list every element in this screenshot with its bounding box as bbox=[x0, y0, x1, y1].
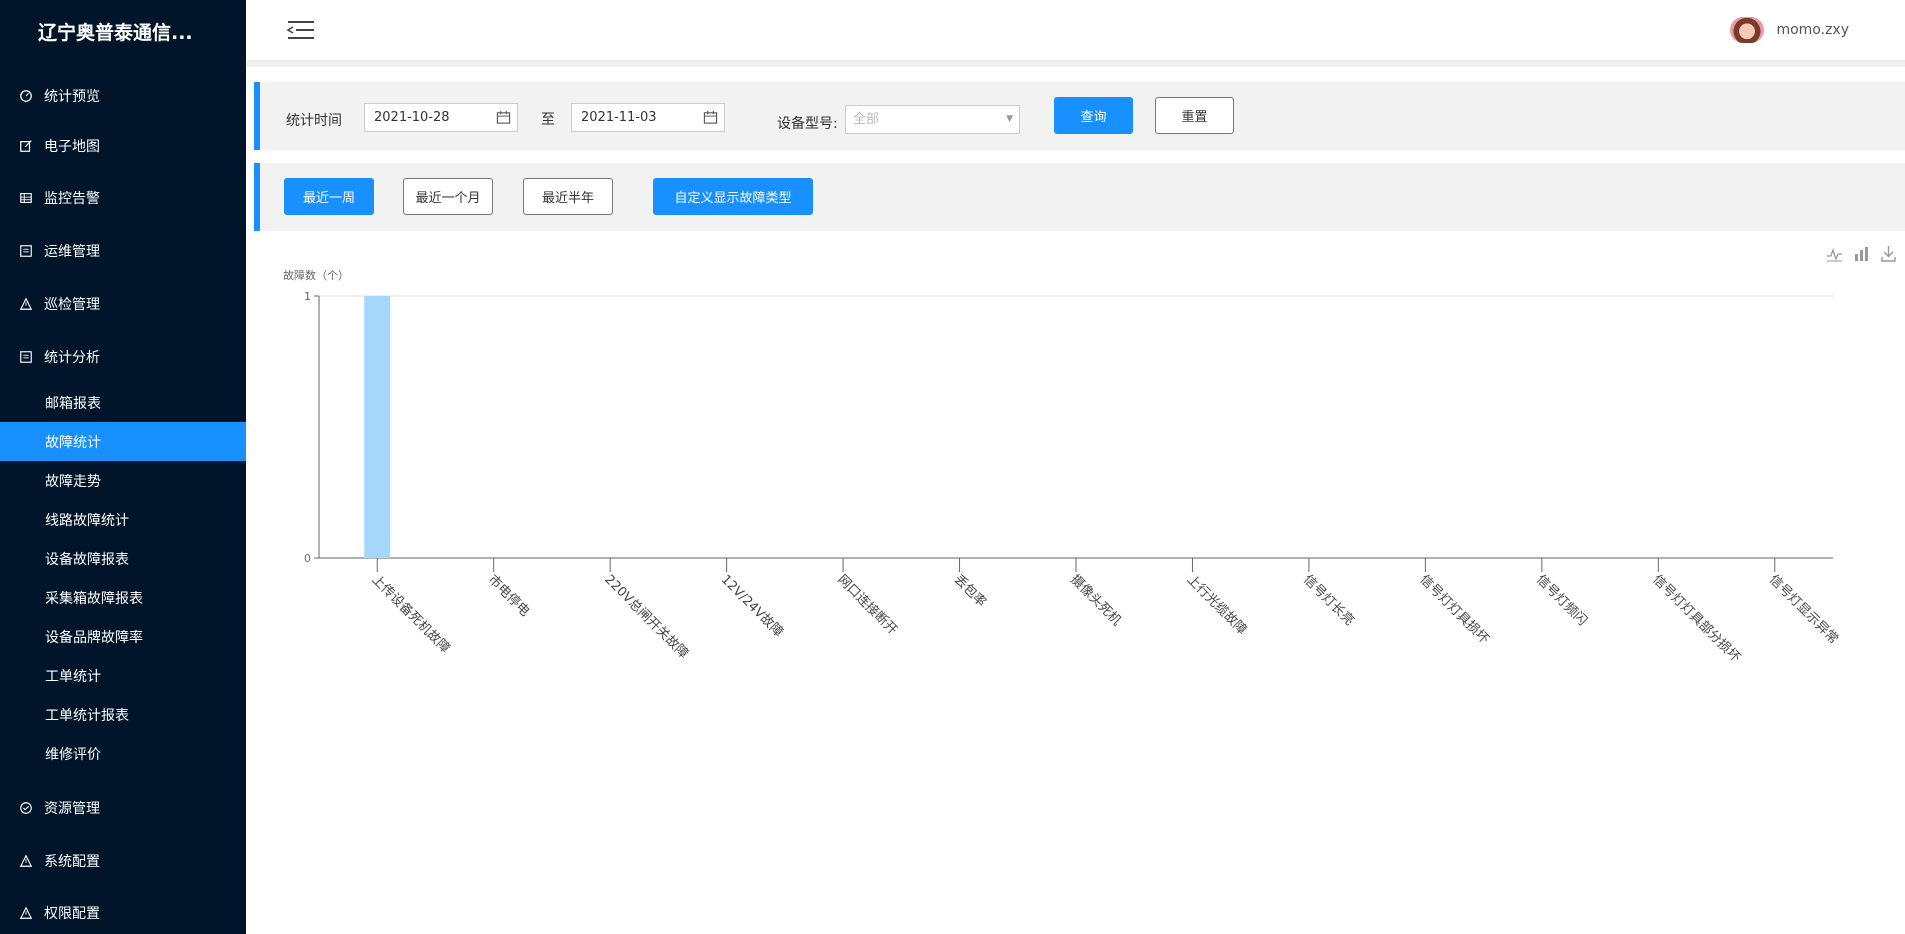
sidebar-item-label: 系统配置 bbox=[44, 854, 100, 870]
sidebar: 辽宁奥普泰通信... 统计预览 电子地图 监控告警 运维管理 巡检管理 统计分析… bbox=[0, 0, 246, 934]
x-tick-label: 上传设备死机故障 bbox=[368, 572, 453, 657]
sidebar-item-overview[interactable]: 统计预览 bbox=[0, 76, 246, 116]
sidebar-item-inspection[interactable]: 巡检管理 bbox=[0, 284, 246, 324]
last-week-button[interactable]: 最近一周 bbox=[284, 178, 374, 215]
sidebar-sub-mail-report[interactable]: 邮箱报表 bbox=[0, 383, 246, 422]
table-icon bbox=[18, 190, 34, 206]
warning-icon bbox=[18, 905, 34, 921]
user-menu[interactable]: momo.zxy bbox=[1730, 17, 1849, 43]
last-half-year-button[interactable]: 最近半年 bbox=[523, 178, 613, 215]
x-tick-label: 220V总闸开关故障 bbox=[601, 572, 691, 662]
device-type-value: 全部 bbox=[853, 112, 880, 127]
sidebar-sub-repair-eval[interactable]: 维修评价 bbox=[0, 734, 246, 773]
sidebar-item-permission[interactable]: 权限配置 bbox=[0, 893, 246, 933]
sidebar-sub-line-fault[interactable]: 线路故障统计 bbox=[0, 500, 246, 539]
device-type-label: 设备型号: bbox=[777, 116, 838, 132]
x-tick-label: 上行光缆故障 bbox=[1184, 572, 1250, 638]
x-tick-label: 信号灯灯具损坏 bbox=[1417, 572, 1492, 647]
end-date-input[interactable]: 2021-11-03 bbox=[571, 103, 725, 132]
bar bbox=[364, 296, 391, 558]
list-icon bbox=[18, 349, 34, 365]
sidebar-sub-fault-stats[interactable]: 故障统计 bbox=[0, 422, 246, 461]
reset-button[interactable]: 重置 bbox=[1155, 97, 1234, 134]
chevron-down-icon: ▼ bbox=[1006, 114, 1013, 124]
username: momo.zxy bbox=[1776, 22, 1849, 38]
sidebar-item-label: 统计分析 bbox=[44, 350, 100, 366]
menu-toggle-icon[interactable] bbox=[286, 18, 316, 42]
x-tick-label: 信号灯频闪 bbox=[1533, 572, 1590, 629]
query-button[interactable]: 查询 bbox=[1054, 97, 1133, 134]
sidebar-item-label: 权限配置 bbox=[44, 906, 100, 922]
top-header: momo.zxy bbox=[246, 0, 1905, 61]
brand-title: 辽宁奥普泰通信... bbox=[38, 22, 193, 44]
start-date-value: 2021-10-28 bbox=[374, 110, 450, 125]
to-label: 至 bbox=[541, 112, 555, 128]
sidebar-sub-box-fault[interactable]: 采集箱故障报表 bbox=[0, 578, 246, 617]
last-month-button[interactable]: 最近一个月 bbox=[403, 178, 493, 215]
x-tick-label: 丢包率 bbox=[951, 572, 990, 611]
sidebar-sub-fault-trend[interactable]: 故障走势 bbox=[0, 461, 246, 500]
x-tick-label: 市电停电 bbox=[485, 572, 533, 620]
header-divider bbox=[246, 61, 1905, 67]
sidebar-item-alarm[interactable]: 监控告警 bbox=[0, 178, 246, 218]
sidebar-sub-device-fault[interactable]: 设备故障报表 bbox=[0, 539, 246, 578]
x-tick-label: 摄像头死机 bbox=[1067, 572, 1124, 629]
sidebar-item-label: 监控告警 bbox=[44, 191, 100, 207]
y-axis-label: 故障数（个） bbox=[283, 268, 349, 282]
sidebar-item-analysis[interactable]: 统计分析 bbox=[0, 337, 246, 377]
fault-bar-chart: 故障数（个） 0 1 上传设备死机故障 市电停电 220V总闸开关故障 12V/24V故障网… bbox=[283, 268, 1841, 666]
custom-fault-type-button[interactable]: 自定义显示故障类型 bbox=[653, 178, 813, 215]
calendar-icon[interactable] bbox=[703, 110, 718, 125]
calendar-icon[interactable] bbox=[496, 110, 511, 125]
x-tick-label: 信号灯灯具部分损坏 bbox=[1649, 572, 1742, 665]
warning-icon bbox=[18, 853, 34, 869]
y-tick-label: 0 bbox=[304, 552, 311, 565]
end-date-value: 2021-11-03 bbox=[581, 110, 657, 125]
sidebar-sub-brand-rate[interactable]: 设备品牌故障率 bbox=[0, 617, 246, 656]
sidebar-item-label: 资源管理 bbox=[44, 801, 100, 817]
sidebar-item-system[interactable]: 系统配置 bbox=[0, 841, 246, 881]
dashboard-icon bbox=[18, 88, 34, 104]
start-date-input[interactable]: 2021-10-28 bbox=[364, 103, 518, 132]
sidebar-item-label: 电子地图 bbox=[44, 139, 100, 155]
sidebar-item-resource[interactable]: 资源管理 bbox=[0, 788, 246, 828]
filter-panel: 统计时间 2021-10-28 至 2021-11-03 设备型号: 全部 ▼ … bbox=[254, 82, 1905, 150]
avatar bbox=[1730, 17, 1765, 43]
x-tick-label: 网口连接断开 bbox=[834, 572, 900, 638]
warning-icon bbox=[18, 296, 34, 312]
sidebar-item-map[interactable]: 电子地图 bbox=[0, 126, 246, 166]
quick-range-panel: 最近一周 最近一个月 最近半年 自定义显示故障类型 bbox=[254, 163, 1905, 231]
sidebar-item-label: 运维管理 bbox=[44, 244, 100, 260]
y-tick-label: 1 bbox=[304, 290, 311, 303]
device-type-select[interactable]: 全部 ▼ bbox=[845, 105, 1020, 134]
time-label: 统计时间 bbox=[286, 113, 342, 129]
sidebar-item-ops[interactable]: 运维管理 bbox=[0, 231, 246, 271]
x-tick-label: 12V/24V故障 bbox=[718, 572, 786, 640]
sidebar-sub-ticket-report[interactable]: 工单统计报表 bbox=[0, 695, 246, 734]
x-tick-label: 信号灯显示异常 bbox=[1766, 572, 1841, 647]
edit-icon bbox=[18, 138, 34, 154]
sidebar-sub-ticket-stats[interactable]: 工单统计 bbox=[0, 656, 246, 695]
sidebar-item-label: 统计预览 bbox=[44, 89, 100, 105]
list-icon bbox=[18, 243, 34, 259]
x-tick-label: 信号灯长亮 bbox=[1300, 572, 1357, 629]
check-circle-icon bbox=[18, 800, 34, 816]
sidebar-item-label: 巡检管理 bbox=[44, 297, 100, 313]
